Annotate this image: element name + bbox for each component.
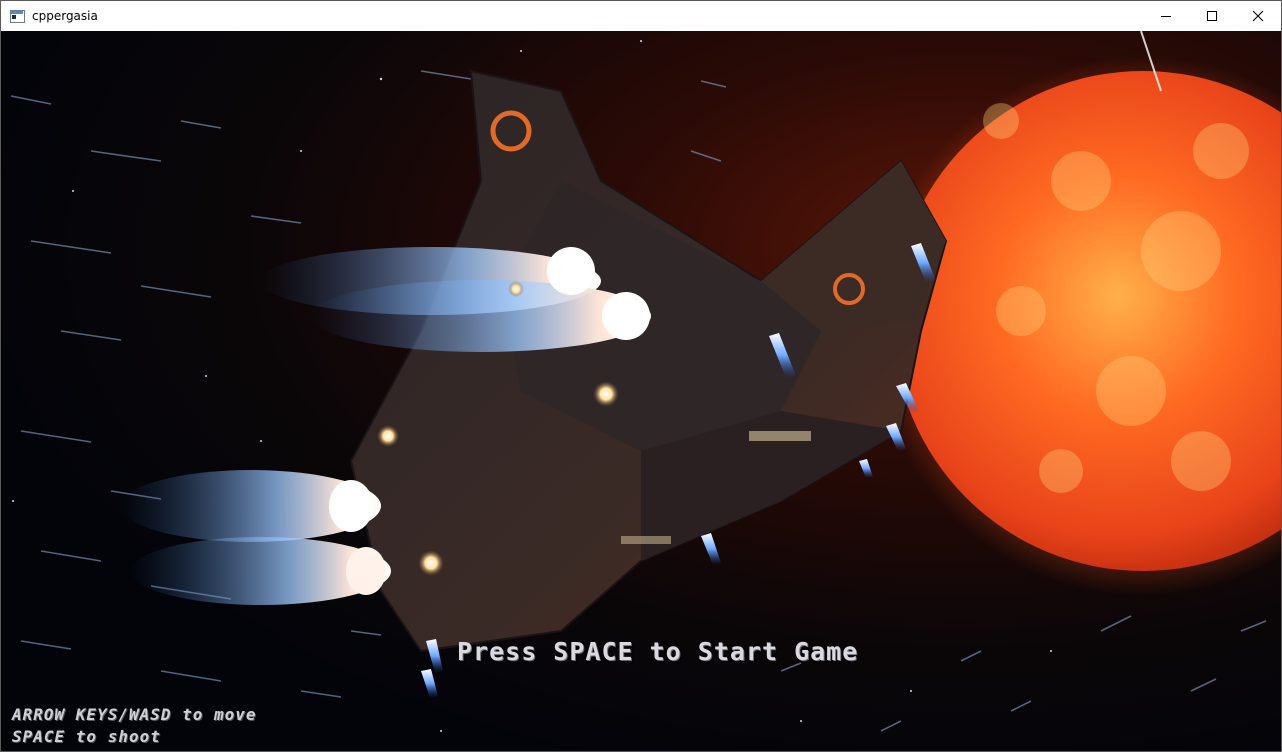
minimize-button[interactable] xyxy=(1143,1,1189,31)
close-button[interactable] xyxy=(1235,1,1281,31)
controls-help-move: ARROW KEYS/WASD to move xyxy=(12,705,257,724)
minimize-icon xyxy=(1161,16,1171,17)
close-icon xyxy=(1252,10,1264,22)
maximize-icon xyxy=(1207,11,1217,21)
app-window: cppergasia Press SPACE to Start Game ARR… xyxy=(0,0,1282,752)
controls-help-shoot: SPACE to shoot xyxy=(12,727,161,746)
maximize-button[interactable] xyxy=(1189,1,1235,31)
app-icon xyxy=(9,8,25,24)
game-canvas[interactable]: Press SPACE to Start Game ARROW KEYS/WAS… xyxy=(1,31,1281,751)
window-title: cppergasia xyxy=(32,9,98,23)
start-prompt: Press SPACE to Start Game xyxy=(457,637,859,666)
title-bar[interactable]: cppergasia xyxy=(1,1,1281,31)
